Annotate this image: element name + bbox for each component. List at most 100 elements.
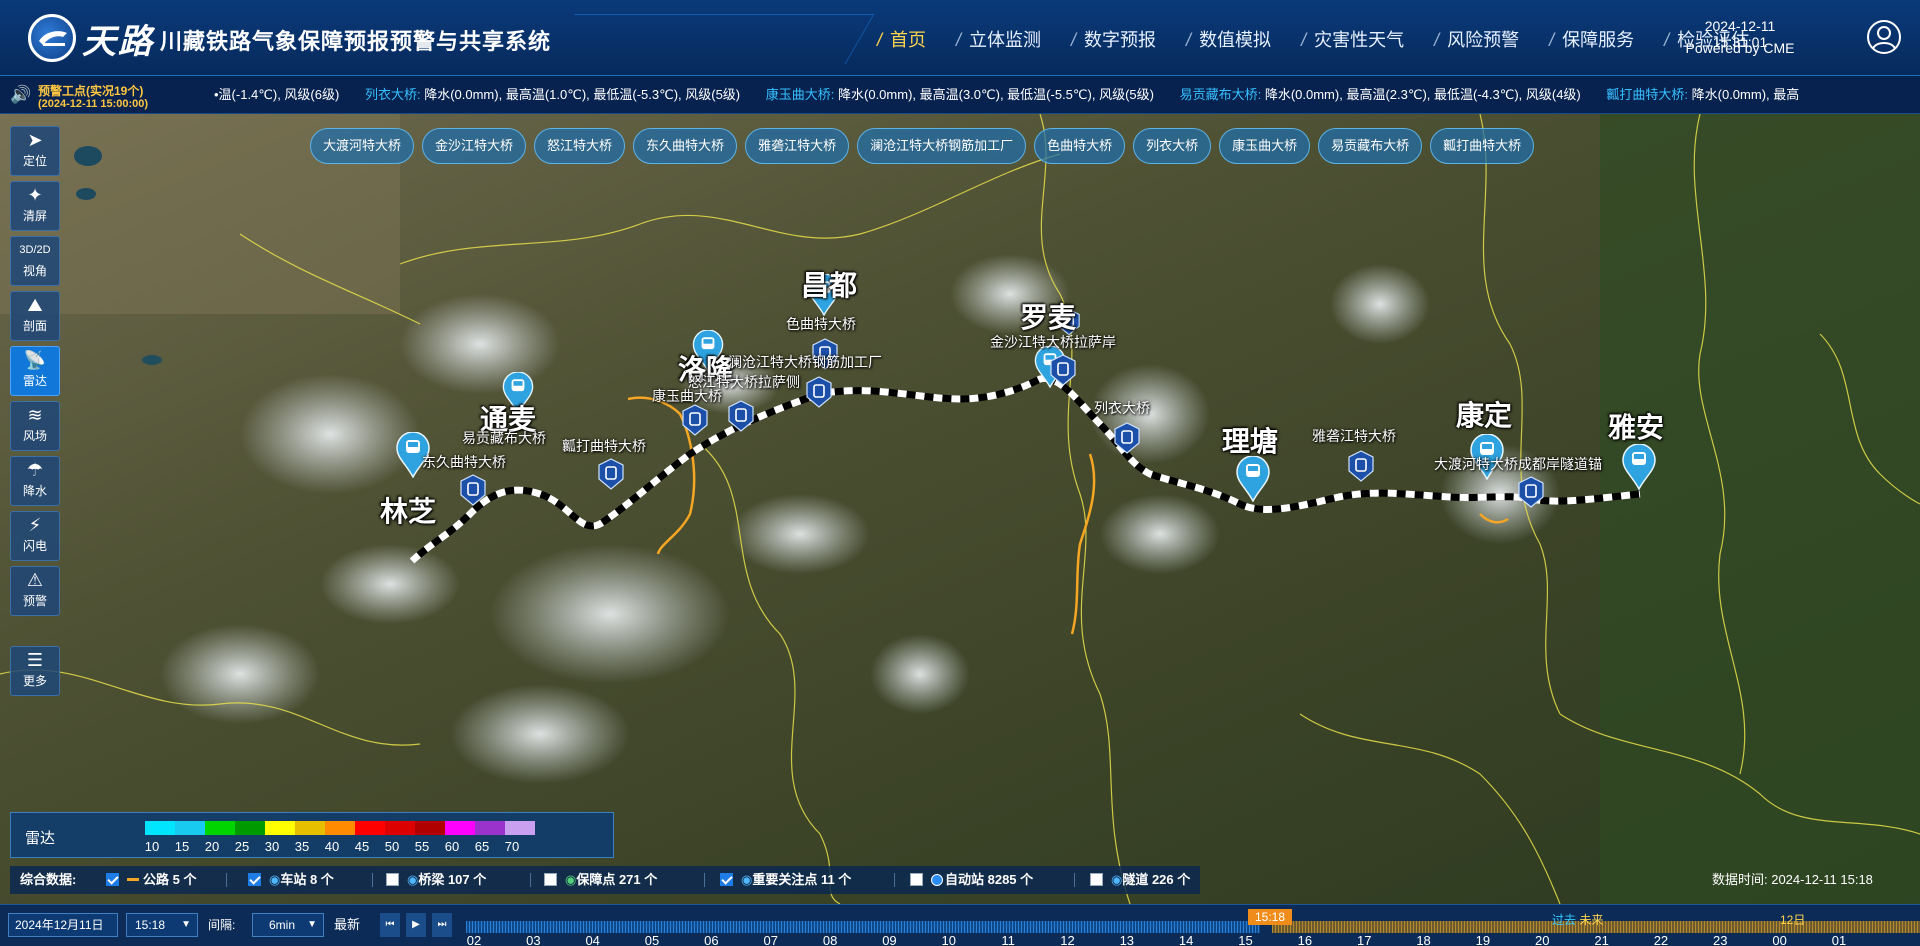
- play-button[interactable]: ▶: [406, 913, 426, 937]
- bridge-pin-icon[interactable]: [728, 400, 754, 432]
- timeline-hour-label: 12: [1060, 933, 1075, 946]
- checkbox[interactable]: [544, 873, 557, 886]
- layer-toggle-station[interactable]: ◉车站 8 个: [248, 866, 334, 894]
- bridge-pin-icon[interactable]: [682, 404, 708, 436]
- poi-label: 列衣大桥: [1094, 400, 1150, 416]
- tool-more[interactable]: ☰ 更多: [10, 646, 60, 696]
- nav-numerical-model[interactable]: / 数值模拟: [1171, 26, 1286, 52]
- legend-tick: 70: [504, 839, 520, 854]
- tool-label: 闪电: [22, 539, 47, 553]
- nav-label: 立体监测: [969, 30, 1042, 50]
- bridge-pill[interactable]: 澜沧江特大桥钢筋加工厂: [857, 128, 1027, 164]
- timeline-cursor[interactable]: 15:18: [1248, 909, 1292, 925]
- legend-tick: 45: [354, 839, 370, 854]
- bridge-pin-icon[interactable]: [806, 376, 832, 408]
- timeline-hour-label: 05: [644, 933, 660, 946]
- checkbox[interactable]: [106, 873, 119, 886]
- bridge-pill[interactable]: 列衣大桥: [1133, 128, 1212, 164]
- bridge-pin-icon[interactable]: [1348, 450, 1374, 482]
- divider: [894, 873, 895, 887]
- timeline-hour-label: 03: [526, 933, 541, 946]
- layer-toggle-tunnel[interactable]: ◉隧道 226 个: [1090, 866, 1190, 894]
- nav-home[interactable]: / 首页: [862, 26, 941, 52]
- bridge-pin-icon[interactable]: [1050, 354, 1076, 386]
- timeline-hour-label: 08: [822, 933, 838, 946]
- poi-label: 东久曲特大桥: [422, 454, 506, 470]
- timeline-past-segment[interactable]: [466, 921, 1260, 933]
- station-pin-icon[interactable]: [1622, 444, 1656, 490]
- tool-wind[interactable]: ≋ 风场: [10, 401, 60, 451]
- checkbox[interactable]: [248, 873, 261, 886]
- tool-locate[interactable]: ➤ 定位: [10, 126, 60, 176]
- bridge-pill[interactable]: 雅砻江特大桥: [745, 128, 850, 164]
- legend-tick: 25: [234, 839, 250, 854]
- tool-label: 雷达: [22, 374, 47, 388]
- latest-button[interactable]: 最新: [334, 913, 360, 937]
- bridge-pin-icon[interactable]: [1518, 476, 1544, 508]
- layer-toggle-focus[interactable]: ◉重要关注点 11 个: [720, 866, 851, 894]
- bridge-pill[interactable]: 易贡藏布大桥: [1318, 128, 1423, 164]
- rain-icon: ☂: [26, 460, 44, 480]
- warning-summary[interactable]: 🔊 预警工点(实况19个) (2024-12-11 15:00:00): [10, 80, 210, 112]
- layer-label: 自动站 8285 个: [945, 872, 1034, 887]
- tool-clear[interactable]: ✦ 清屏: [10, 181, 60, 231]
- bridge-pill[interactable]: 瓤打曲特大桥: [1430, 128, 1535, 164]
- step-back-button[interactable]: ⏮: [380, 913, 400, 937]
- station-pin-icon[interactable]: [1236, 456, 1270, 502]
- tool-label: 降水: [22, 484, 47, 498]
- tool-lightning[interactable]: ⚡ 闪电: [10, 511, 60, 561]
- checkbox[interactable]: [910, 873, 923, 886]
- divider: [1074, 873, 1075, 887]
- poi-label: 易贡藏布大桥: [462, 430, 546, 446]
- tool-radar[interactable]: 📡 雷达: [10, 346, 60, 396]
- checkbox[interactable]: [720, 873, 733, 886]
- past-label: 过去: [1552, 913, 1577, 927]
- legend-color-cell: [175, 821, 205, 835]
- bridge-pill[interactable]: 金沙江特大桥: [422, 128, 527, 164]
- step-forward-button[interactable]: ⏭: [432, 913, 452, 937]
- layer-label: 桥梁 107 个: [418, 872, 487, 887]
- layer-toggle-support[interactable]: ◉保障点 271 个: [544, 866, 657, 894]
- legend-color-cell: [385, 821, 415, 835]
- layer-toggle-bridge[interactable]: ◉桥梁 107 个: [386, 866, 486, 894]
- bridge-pin-icon[interactable]: [1114, 422, 1140, 454]
- date-picker[interactable]: 2024年12月11日: [8, 913, 118, 937]
- bridge-pin-icon: ◉: [407, 872, 419, 887]
- legend-color-cell: [205, 821, 235, 835]
- ticker-scroll: •温(-1.4℃), 风级(6级) 列衣大桥: 降水(0.0mm), 最高温(1…: [214, 76, 1920, 114]
- bridge-pill[interactable]: 大渡河特大桥: [310, 128, 415, 164]
- bridge-pill[interactable]: 康玉曲大桥: [1219, 128, 1311, 164]
- step-back-icon: ⏮: [385, 919, 395, 930]
- nav-monitoring[interactable]: / 立体监测: [941, 26, 1056, 52]
- bridge-pin-icon[interactable]: [598, 458, 624, 490]
- nav-support-service[interactable]: / 保障服务: [1534, 26, 1649, 52]
- brand-logo-text: 天路: [82, 22, 154, 62]
- checkbox[interactable]: [386, 873, 399, 886]
- nav-severe-weather[interactable]: / 灾害性天气: [1286, 26, 1419, 52]
- tool-view-angle[interactable]: 3D/2D 视角: [10, 236, 60, 286]
- app-root: 昌都 罗麦 洛隆 通麦 林芝 理塘 康定 雅安 色曲特大桥 澜沧江特大桥钢筋加工…: [0, 0, 1920, 946]
- layer-toggle-auto-station[interactable]: 自动站 8285 个: [910, 866, 1033, 894]
- tool-rain[interactable]: ☂ 降水: [10, 456, 60, 506]
- bridge-pin-icon[interactable]: [460, 474, 486, 506]
- nav-label: 灾害性天气: [1314, 30, 1405, 50]
- timeline-hour-label: 01: [1831, 933, 1847, 946]
- bridge-pill[interactable]: 东久曲特大桥: [633, 128, 738, 164]
- nav-digital-forecast[interactable]: / 数字预报: [1056, 26, 1171, 52]
- time-select[interactable]: 15:18 ▼: [126, 913, 198, 937]
- nav-risk-warning[interactable]: / 风险预警: [1419, 26, 1534, 52]
- user-avatar-icon[interactable]: [1867, 20, 1901, 54]
- powered-by: Powered by CME: [1685, 40, 1795, 56]
- bridge-pill[interactable]: 怒江特大桥: [534, 128, 626, 164]
- bridge-pill[interactable]: 色曲特大桥: [1034, 128, 1126, 164]
- layer-label: 车站 8 个: [280, 872, 334, 887]
- interval-select[interactable]: 6min ▼: [252, 913, 324, 937]
- divider: [226, 873, 227, 887]
- wind-icon: ≋: [27, 405, 43, 425]
- timeline-track[interactable]: 15:18 过去 未来 12日 02 03 04 05 06 07 08 09 10 11 12 13…: [466, 909, 1920, 946]
- tool-profile[interactable]: ⛰ 剖面: [10, 291, 60, 341]
- checkbox[interactable]: [1090, 873, 1103, 886]
- tool-warning[interactable]: ⚠ 预警: [10, 566, 60, 616]
- layer-toggle-road[interactable]: 公路 5 个: [106, 866, 196, 894]
- satellite-map[interactable]: [0, 114, 1920, 904]
